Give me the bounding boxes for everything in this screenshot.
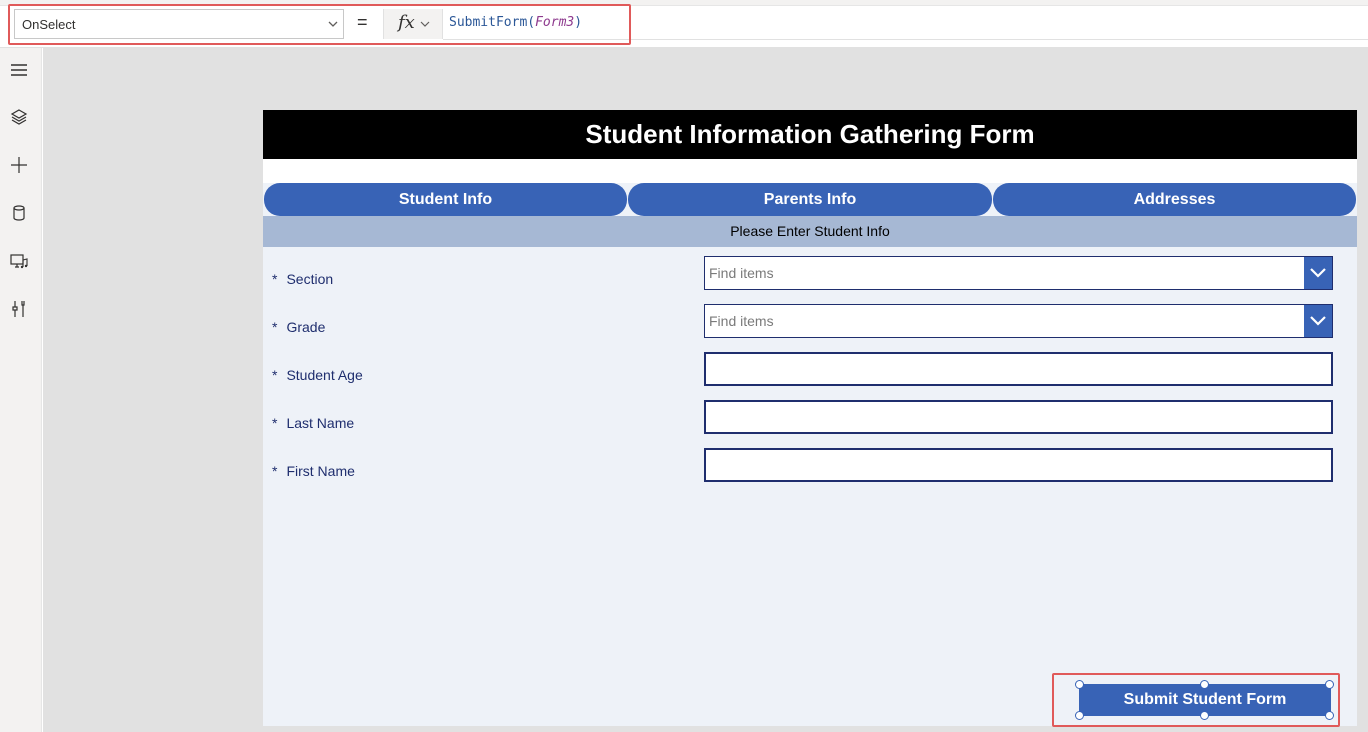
header-spacer bbox=[263, 159, 1357, 183]
grade-combobox[interactable]: Find items bbox=[704, 304, 1333, 338]
required-marker: * bbox=[272, 271, 278, 287]
left-rail bbox=[0, 48, 42, 732]
field-row-first-name: * First Name bbox=[263, 448, 1357, 494]
field-row-last-name: * Last Name bbox=[263, 400, 1357, 446]
section-subheader: Please Enter Student Info bbox=[263, 216, 1357, 247]
first-name-input[interactable] bbox=[704, 448, 1333, 482]
field-label-text: Student Age bbox=[286, 367, 363, 383]
highlight-box-submit bbox=[1052, 673, 1340, 727]
required-marker: * bbox=[272, 463, 278, 479]
layers-icon[interactable] bbox=[9, 107, 29, 127]
field-row-student-age: * Student Age bbox=[263, 352, 1357, 398]
field-label-text: Section bbox=[286, 271, 334, 287]
combobox-placeholder: Find items bbox=[709, 265, 774, 281]
field-row-section: * Section Find items bbox=[263, 256, 1357, 302]
field-label: * Section bbox=[272, 271, 333, 287]
hamburger-icon[interactable] bbox=[9, 60, 29, 80]
field-label-text: First Name bbox=[286, 463, 355, 479]
database-icon[interactable] bbox=[9, 203, 29, 223]
chevron-down-icon bbox=[1310, 268, 1326, 278]
field-label: * Last Name bbox=[272, 415, 354, 431]
required-marker: * bbox=[272, 415, 278, 431]
chevron-down-icon bbox=[1310, 316, 1326, 326]
field-label: * Student Age bbox=[272, 367, 363, 383]
required-marker: * bbox=[272, 319, 278, 335]
add-icon[interactable] bbox=[9, 155, 29, 175]
field-label: * First Name bbox=[272, 463, 355, 479]
tools-icon[interactable] bbox=[9, 299, 29, 319]
media-icon[interactable] bbox=[9, 251, 29, 271]
app-screen: Student Information Gathering Form Stude… bbox=[263, 110, 1357, 726]
field-label: * Grade bbox=[272, 319, 325, 335]
combobox-placeholder: Find items bbox=[709, 313, 774, 329]
student-age-input[interactable] bbox=[704, 352, 1333, 386]
field-label-text: Last Name bbox=[286, 415, 355, 431]
tab-parents-info[interactable]: Parents Info bbox=[628, 183, 992, 216]
field-label-text: Grade bbox=[286, 319, 326, 335]
section-combobox[interactable]: Find items bbox=[704, 256, 1333, 290]
tab-addresses[interactable]: Addresses bbox=[993, 183, 1356, 216]
field-row-grade: * Grade Find items bbox=[263, 304, 1357, 350]
required-marker: * bbox=[272, 367, 278, 383]
dropdown-toggle[interactable] bbox=[1304, 257, 1332, 289]
dropdown-toggle[interactable] bbox=[1304, 305, 1332, 337]
highlight-box-formula bbox=[8, 4, 631, 45]
form-title: Student Information Gathering Form bbox=[263, 110, 1357, 159]
last-name-input[interactable] bbox=[704, 400, 1333, 434]
tab-student-info[interactable]: Student Info bbox=[264, 183, 627, 216]
